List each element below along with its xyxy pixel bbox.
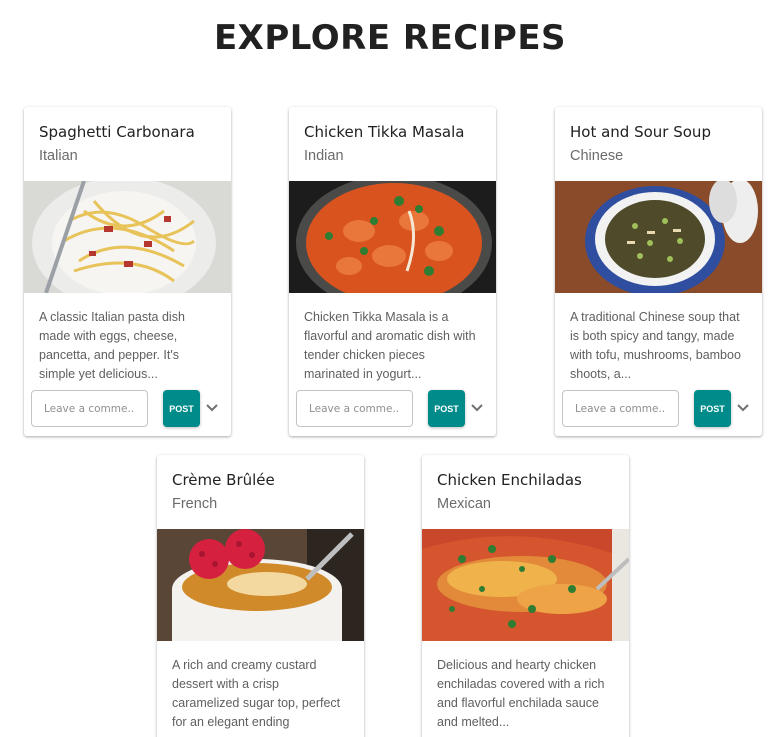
card-header: Hot and Sour Soup Chinese xyxy=(555,107,762,181)
post-button[interactable]: POST xyxy=(694,390,731,427)
recipe-card: Chicken Tikka Masala Indian Chicken Tikk… xyxy=(289,107,496,436)
recipe-image xyxy=(157,529,364,641)
recipe-cuisine: French xyxy=(172,496,218,512)
recipe-card: Chicken Enchiladas Mexican Delicious and… xyxy=(422,455,629,737)
post-button[interactable]: POST xyxy=(163,390,200,427)
recipe-title: Hot and Sour Soup xyxy=(570,123,711,141)
card-actions: POST xyxy=(555,390,762,436)
recipe-description: Chicken Tikka Masala is a flavorful and … xyxy=(304,310,476,381)
recipe-cuisine: Italian xyxy=(39,148,78,164)
card-header: Chicken Enchiladas Mexican xyxy=(422,455,629,529)
chevron-down-icon[interactable] xyxy=(205,402,219,414)
page-title: EXPLORE RECIPES xyxy=(213,18,567,58)
recipe-title: Spaghetti Carbonara xyxy=(39,123,195,141)
recipe-description: Delicious and hearty chicken enchiladas … xyxy=(437,658,605,729)
card-header: Crème Brûlée French xyxy=(157,455,364,529)
card-actions: POST xyxy=(289,390,496,436)
recipe-image xyxy=(555,181,762,293)
card-header: Spaghetti Carbonara Italian xyxy=(24,107,231,181)
card-header: Chicken Tikka Masala Indian xyxy=(289,107,496,181)
recipe-cuisine: Chinese xyxy=(570,148,624,164)
recipe-card: Hot and Sour Soup Chinese A traditional … xyxy=(555,107,762,436)
recipe-image xyxy=(289,181,496,293)
recipe-description: A rich and creamy custard dessert with a… xyxy=(172,658,341,729)
comment-input[interactable] xyxy=(562,390,679,427)
recipe-description: A traditional Chinese soup that is both … xyxy=(570,310,741,381)
recipe-cuisine: Indian xyxy=(304,148,344,164)
comment-input[interactable] xyxy=(31,390,148,427)
recipe-cuisine: Mexican xyxy=(437,496,491,512)
recipe-image xyxy=(422,529,629,641)
chevron-down-icon[interactable] xyxy=(736,402,750,414)
card-actions: POST xyxy=(24,390,231,436)
recipe-title: Crème Brûlée xyxy=(172,471,275,489)
recipe-description: A classic Italian pasta dish made with e… xyxy=(39,310,185,381)
post-button[interactable]: POST xyxy=(428,390,465,427)
recipe-image xyxy=(24,181,231,293)
recipe-title: Chicken Tikka Masala xyxy=(304,123,465,141)
recipe-title: Chicken Enchiladas xyxy=(437,471,582,489)
chevron-down-icon[interactable] xyxy=(470,402,484,414)
recipe-card: Crème Brûlée French A rich and creamy cu… xyxy=(157,455,364,737)
comment-input[interactable] xyxy=(296,390,413,427)
recipe-card: Spaghetti Carbonara Italian A classic It… xyxy=(24,107,231,436)
